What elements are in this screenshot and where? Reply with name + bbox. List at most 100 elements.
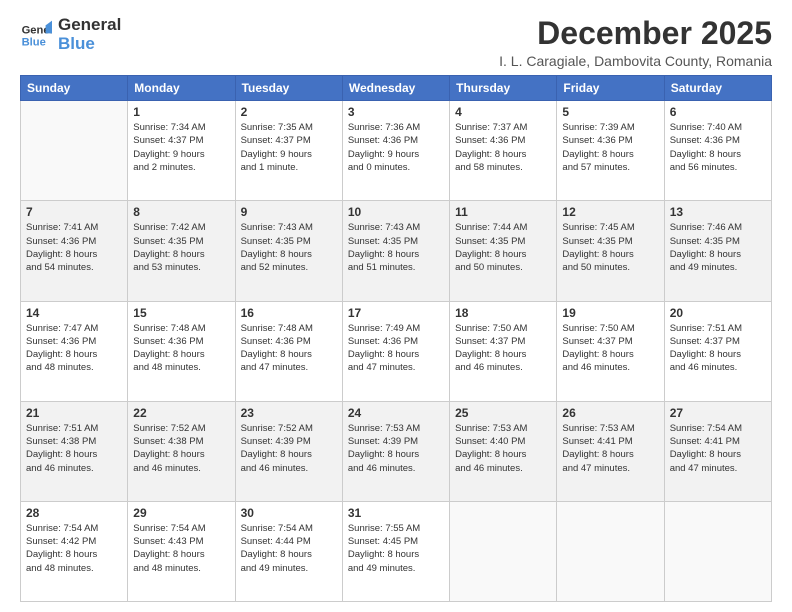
day-number: 15 (133, 306, 229, 320)
header-cell-wednesday: Wednesday (342, 76, 449, 101)
day-number: 27 (670, 406, 766, 420)
week-row: 28Sunrise: 7:54 AM Sunset: 4:42 PM Dayli… (21, 501, 772, 601)
day-detail: Sunrise: 7:34 AM Sunset: 4:37 PM Dayligh… (133, 121, 229, 174)
day-number: 20 (670, 306, 766, 320)
day-cell: 30Sunrise: 7:54 AM Sunset: 4:44 PM Dayli… (235, 501, 342, 601)
day-detail: Sunrise: 7:46 AM Sunset: 4:35 PM Dayligh… (670, 221, 766, 274)
day-detail: Sunrise: 7:48 AM Sunset: 4:36 PM Dayligh… (241, 322, 337, 375)
day-cell (450, 501, 557, 601)
day-cell: 7 Sunrise: 7:41 AM Sunset: 4:36 PM Daylig… (21, 201, 128, 301)
day-detail: Sunrise: 7:35 AM Sunset: 4:37 PM Dayligh… (241, 121, 337, 174)
day-cell: 13Sunrise: 7:46 AM Sunset: 4:35 PM Dayli… (664, 201, 771, 301)
day-detail: Sunrise: 7:53 AM Sunset: 4:39 PM Dayligh… (348, 422, 444, 475)
day-detail: Sunrise: 7:51 AM Sunset: 4:37 PM Dayligh… (670, 322, 766, 375)
day-detail: Sunrise: 7:52 AM Sunset: 4:38 PM Dayligh… (133, 422, 229, 475)
day-cell: 29 Sunrise: 7:54 AM Sunset: 4:43 PM Dayli… (128, 501, 235, 601)
day-number: 11 (455, 205, 551, 219)
day-cell (557, 501, 664, 601)
month-title: December 2025 (499, 16, 772, 51)
day-number: 25 (455, 406, 551, 420)
day-number: 29 (133, 506, 229, 520)
day-cell: 8 Sunrise: 7:42 AM Sunset: 4:35 PM Daylig… (128, 201, 235, 301)
subtitle: I. L. Caragiale, Dambovita County, Roman… (499, 53, 772, 69)
logo: General Blue General Blue (20, 16, 121, 53)
day-detail: Sunrise: 7:44 AM Sunset: 4:35 PM Dayligh… (455, 221, 551, 274)
day-number: 24 (348, 406, 444, 420)
page: General Blue General Blue December 2025 … (0, 0, 792, 612)
header-row: SundayMondayTuesdayWednesdayThursdayFrid… (21, 76, 772, 101)
day-number: 22 (133, 406, 229, 420)
title-block: December 2025 I. L. Caragiale, Dambovita… (499, 16, 772, 69)
day-detail: Sunrise: 7:49 AM Sunset: 4:36 PM Dayligh… (348, 322, 444, 375)
day-detail: Sunrise: 7:40 AM Sunset: 4:36 PM Dayligh… (670, 121, 766, 174)
day-detail: Sunrise: 7:43 AM Sunset: 4:35 PM Dayligh… (348, 221, 444, 274)
day-detail: Sunrise: 7:52 AM Sunset: 4:39 PM Dayligh… (241, 422, 337, 475)
day-detail: Sunrise: 7:50 AM Sunset: 4:37 PM Dayligh… (562, 322, 658, 375)
day-cell: 27 Sunrise: 7:54 AM Sunset: 4:41 PM Dayli… (664, 401, 771, 501)
day-cell: 2Sunrise: 7:35 AM Sunset: 4:37 PM Daylig… (235, 101, 342, 201)
day-number: 6 (670, 105, 766, 119)
day-number: 5 (562, 105, 658, 119)
day-cell: 6 Sunrise: 7:40 AM Sunset: 4:36 PM Daylig… (664, 101, 771, 201)
day-cell: 20 Sunrise: 7:51 AM Sunset: 4:37 PM Dayli… (664, 301, 771, 401)
day-detail: Sunrise: 7:48 AM Sunset: 4:36 PM Dayligh… (133, 322, 229, 375)
calendar-table: SundayMondayTuesdayWednesdayThursdayFrid… (20, 75, 772, 602)
day-cell: 28Sunrise: 7:54 AM Sunset: 4:42 PM Dayli… (21, 501, 128, 601)
day-detail: Sunrise: 7:41 AM Sunset: 4:36 PM Dayligh… (26, 221, 122, 274)
day-cell: 12Sunrise: 7:45 AM Sunset: 4:35 PM Dayli… (557, 201, 664, 301)
day-cell: 19Sunrise: 7:50 AM Sunset: 4:37 PM Dayli… (557, 301, 664, 401)
day-cell: 10 Sunrise: 7:43 AM Sunset: 4:35 PM Dayli… (342, 201, 449, 301)
header-cell-tuesday: Tuesday (235, 76, 342, 101)
day-detail: Sunrise: 7:37 AM Sunset: 4:36 PM Dayligh… (455, 121, 551, 174)
header-cell-monday: Monday (128, 76, 235, 101)
day-number: 17 (348, 306, 444, 320)
week-row: 1 Sunrise: 7:34 AM Sunset: 4:37 PM Daylig… (21, 101, 772, 201)
day-cell: 1 Sunrise: 7:34 AM Sunset: 4:37 PM Daylig… (128, 101, 235, 201)
day-detail: Sunrise: 7:54 AM Sunset: 4:43 PM Dayligh… (133, 522, 229, 575)
day-detail: Sunrise: 7:53 AM Sunset: 4:41 PM Dayligh… (562, 422, 658, 475)
day-number: 31 (348, 506, 444, 520)
week-row: 14Sunrise: 7:47 AM Sunset: 4:36 PM Dayli… (21, 301, 772, 401)
logo-icon: General Blue (20, 19, 52, 51)
day-detail: Sunrise: 7:36 AM Sunset: 4:36 PM Dayligh… (348, 121, 444, 174)
day-number: 16 (241, 306, 337, 320)
day-number: 12 (562, 205, 658, 219)
day-cell: 17 Sunrise: 7:49 AM Sunset: 4:36 PM Dayli… (342, 301, 449, 401)
logo-line2: Blue (58, 35, 121, 54)
day-detail: Sunrise: 7:54 AM Sunset: 4:41 PM Dayligh… (670, 422, 766, 475)
day-cell: 24 Sunrise: 7:53 AM Sunset: 4:39 PM Dayli… (342, 401, 449, 501)
day-cell: 21Sunrise: 7:51 AM Sunset: 4:38 PM Dayli… (21, 401, 128, 501)
day-cell: 18 Sunrise: 7:50 AM Sunset: 4:37 PM Dayli… (450, 301, 557, 401)
day-number: 4 (455, 105, 551, 119)
day-number: 28 (26, 506, 122, 520)
header: General Blue General Blue December 2025 … (20, 16, 772, 69)
day-number: 9 (241, 205, 337, 219)
day-detail: Sunrise: 7:55 AM Sunset: 4:45 PM Dayligh… (348, 522, 444, 575)
day-cell: 4 Sunrise: 7:37 AM Sunset: 4:36 PM Daylig… (450, 101, 557, 201)
week-row: 7 Sunrise: 7:41 AM Sunset: 4:36 PM Daylig… (21, 201, 772, 301)
day-detail: Sunrise: 7:39 AM Sunset: 4:36 PM Dayligh… (562, 121, 658, 174)
day-number: 21 (26, 406, 122, 420)
day-cell: 5 Sunrise: 7:39 AM Sunset: 4:36 PM Daylig… (557, 101, 664, 201)
day-number: 26 (562, 406, 658, 420)
logo-line1: General (58, 16, 121, 35)
header-cell-friday: Friday (557, 76, 664, 101)
day-number: 8 (133, 205, 229, 219)
day-cell: 26 Sunrise: 7:53 AM Sunset: 4:41 PM Dayli… (557, 401, 664, 501)
day-number: 30 (241, 506, 337, 520)
week-row: 21Sunrise: 7:51 AM Sunset: 4:38 PM Dayli… (21, 401, 772, 501)
day-cell: 9 Sunrise: 7:43 AM Sunset: 4:35 PM Daylig… (235, 201, 342, 301)
day-cell: 14Sunrise: 7:47 AM Sunset: 4:36 PM Dayli… (21, 301, 128, 401)
header-cell-thursday: Thursday (450, 76, 557, 101)
day-number: 10 (348, 205, 444, 219)
day-detail: Sunrise: 7:50 AM Sunset: 4:37 PM Dayligh… (455, 322, 551, 375)
day-detail: Sunrise: 7:42 AM Sunset: 4:35 PM Dayligh… (133, 221, 229, 274)
day-detail: Sunrise: 7:43 AM Sunset: 4:35 PM Dayligh… (241, 221, 337, 274)
day-number: 23 (241, 406, 337, 420)
day-number: 7 (26, 205, 122, 219)
day-cell (21, 101, 128, 201)
header-cell-sunday: Sunday (21, 76, 128, 101)
day-number: 18 (455, 306, 551, 320)
day-number: 1 (133, 105, 229, 119)
day-cell: 25Sunrise: 7:53 AM Sunset: 4:40 PM Dayli… (450, 401, 557, 501)
